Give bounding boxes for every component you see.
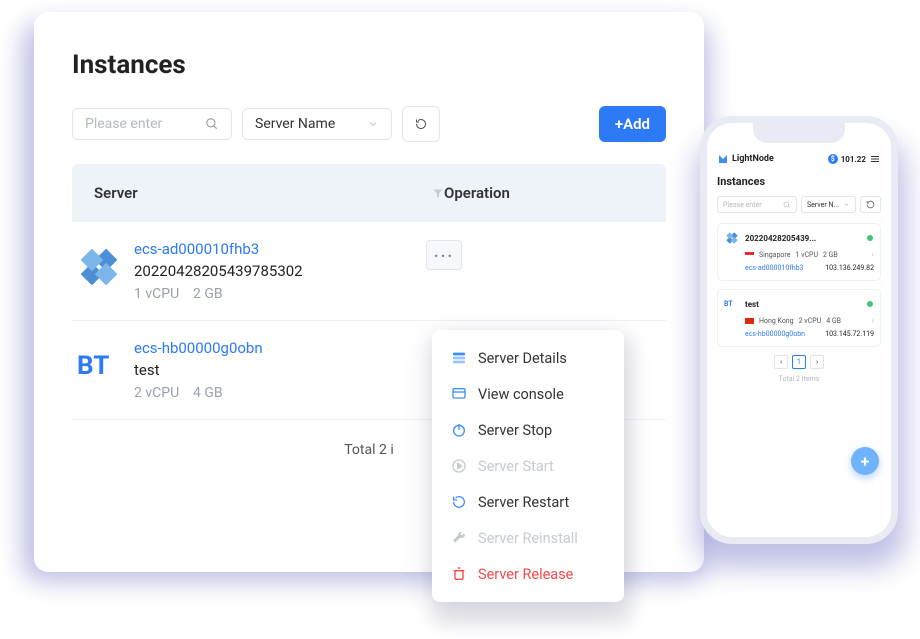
power-icon [450, 421, 468, 439]
card-title: test [745, 300, 759, 309]
server-name: test [134, 361, 426, 379]
server-link[interactable]: ecs-ad000010fhb3 [134, 240, 426, 258]
server-specs: 1 vCPU 2 GB [134, 286, 426, 302]
ip-address: 103.145.72.119 [825, 330, 874, 338]
pager-prev[interactable]: ‹ [774, 355, 788, 369]
filter-icon[interactable] [432, 187, 444, 199]
ip-address: 103.136.249.82 [825, 264, 874, 272]
server-name-select[interactable]: Server Name [242, 108, 392, 140]
restart-icon [450, 493, 468, 511]
play-icon [450, 457, 468, 475]
refresh-icon [415, 116, 427, 132]
chevron-down-icon [367, 118, 379, 130]
phone-header: LightNode $ 101.22 [717, 153, 881, 165]
search-input[interactable]: Please enter [72, 108, 232, 140]
table-header: Server Operation [72, 164, 666, 222]
toolbar: Please enter Server Name +Add [72, 106, 666, 142]
chevron-down-icon [843, 201, 850, 208]
phone-title: Instances [717, 175, 881, 188]
phone-search-input[interactable]: Please enter [717, 196, 797, 213]
centos-icon [76, 244, 122, 290]
add-button[interactable]: +Add [599, 106, 666, 142]
centos-icon [724, 230, 740, 246]
menu-server-reinstall: Server Reinstall [432, 520, 624, 556]
balance: 101.22 [841, 155, 866, 164]
menu-server-restart[interactable]: Server Restart [432, 484, 624, 520]
operation-menu: Server Details View console Server Stop … [432, 330, 624, 602]
search-placeholder: Please enter [85, 116, 162, 132]
server-specs: 2 vCPU 4 GB [134, 385, 426, 401]
menu-server-release[interactable]: Server Release [432, 556, 624, 592]
pager-next[interactable]: › [810, 355, 824, 369]
chevron-right-icon: › [871, 316, 874, 326]
menu-server-stop[interactable]: Server Stop [432, 412, 624, 448]
select-label: Server Name [255, 116, 335, 132]
chevron-right-icon: › [871, 250, 874, 260]
phone-refresh-button[interactable] [860, 196, 881, 213]
phone-mockup: LightNode $ 101.22 Instances Please ente… [700, 116, 898, 544]
ecs-link[interactable]: ecs-ad000010fhb3 [745, 264, 803, 272]
brand-icon [717, 153, 729, 165]
search-icon [205, 117, 219, 131]
menu-server-details[interactable]: Server Details [432, 340, 624, 376]
phone-add-fab[interactable]: + [851, 447, 879, 475]
console-icon [450, 385, 468, 403]
coin-icon: $ [828, 154, 838, 164]
refresh-icon [866, 200, 875, 209]
table-row: ecs-ad000010fhb3 20220428205439785302 1 … [72, 222, 666, 321]
search-icon [783, 201, 791, 209]
phone-total: Total 2 Items [717, 375, 881, 383]
menu-server-start: Server Start [432, 448, 624, 484]
phone-select[interactable]: Server N... [801, 196, 856, 213]
pager-page[interactable]: 1 [792, 355, 806, 369]
server-name: 20220428205439785302 [134, 262, 426, 280]
phone-instance-card[interactable]: BT test Hong Kong 2 vCPU 4 GB › ecs-hb00… [717, 289, 881, 347]
svg-text:BT: BT [724, 300, 733, 308]
operation-menu-button[interactable]: ··· [426, 240, 462, 270]
menu-view-console[interactable]: View console [432, 376, 624, 412]
col-operation-label: Operation [444, 184, 644, 202]
server-link[interactable]: ecs-hb00000g0obn [134, 339, 426, 357]
bt-icon: BT [76, 343, 122, 389]
flag-sg-icon [745, 252, 754, 258]
brand: LightNode [717, 153, 774, 165]
status-dot-icon [866, 234, 874, 242]
phone-pager: ‹ 1 › [717, 355, 881, 369]
flag-hk-icon [745, 318, 754, 324]
ecs-link[interactable]: ecs-hb00000g0obn [745, 330, 805, 338]
card-title: 20220428205439... [745, 234, 816, 243]
details-icon [450, 349, 468, 367]
phone-instance-card[interactable]: 20220428205439... Singapore 1 vCPU 2 GB … [717, 223, 881, 281]
bt-icon: BT [724, 296, 740, 312]
refresh-button[interactable] [402, 106, 440, 142]
col-server-label: Server [94, 184, 138, 202]
hamburger-icon[interactable] [869, 153, 881, 165]
wrench-icon [450, 529, 468, 547]
status-dot-icon [866, 300, 874, 308]
page-title: Instances [72, 50, 666, 80]
trash-icon [450, 565, 468, 583]
svg-text:BT: BT [77, 351, 109, 381]
